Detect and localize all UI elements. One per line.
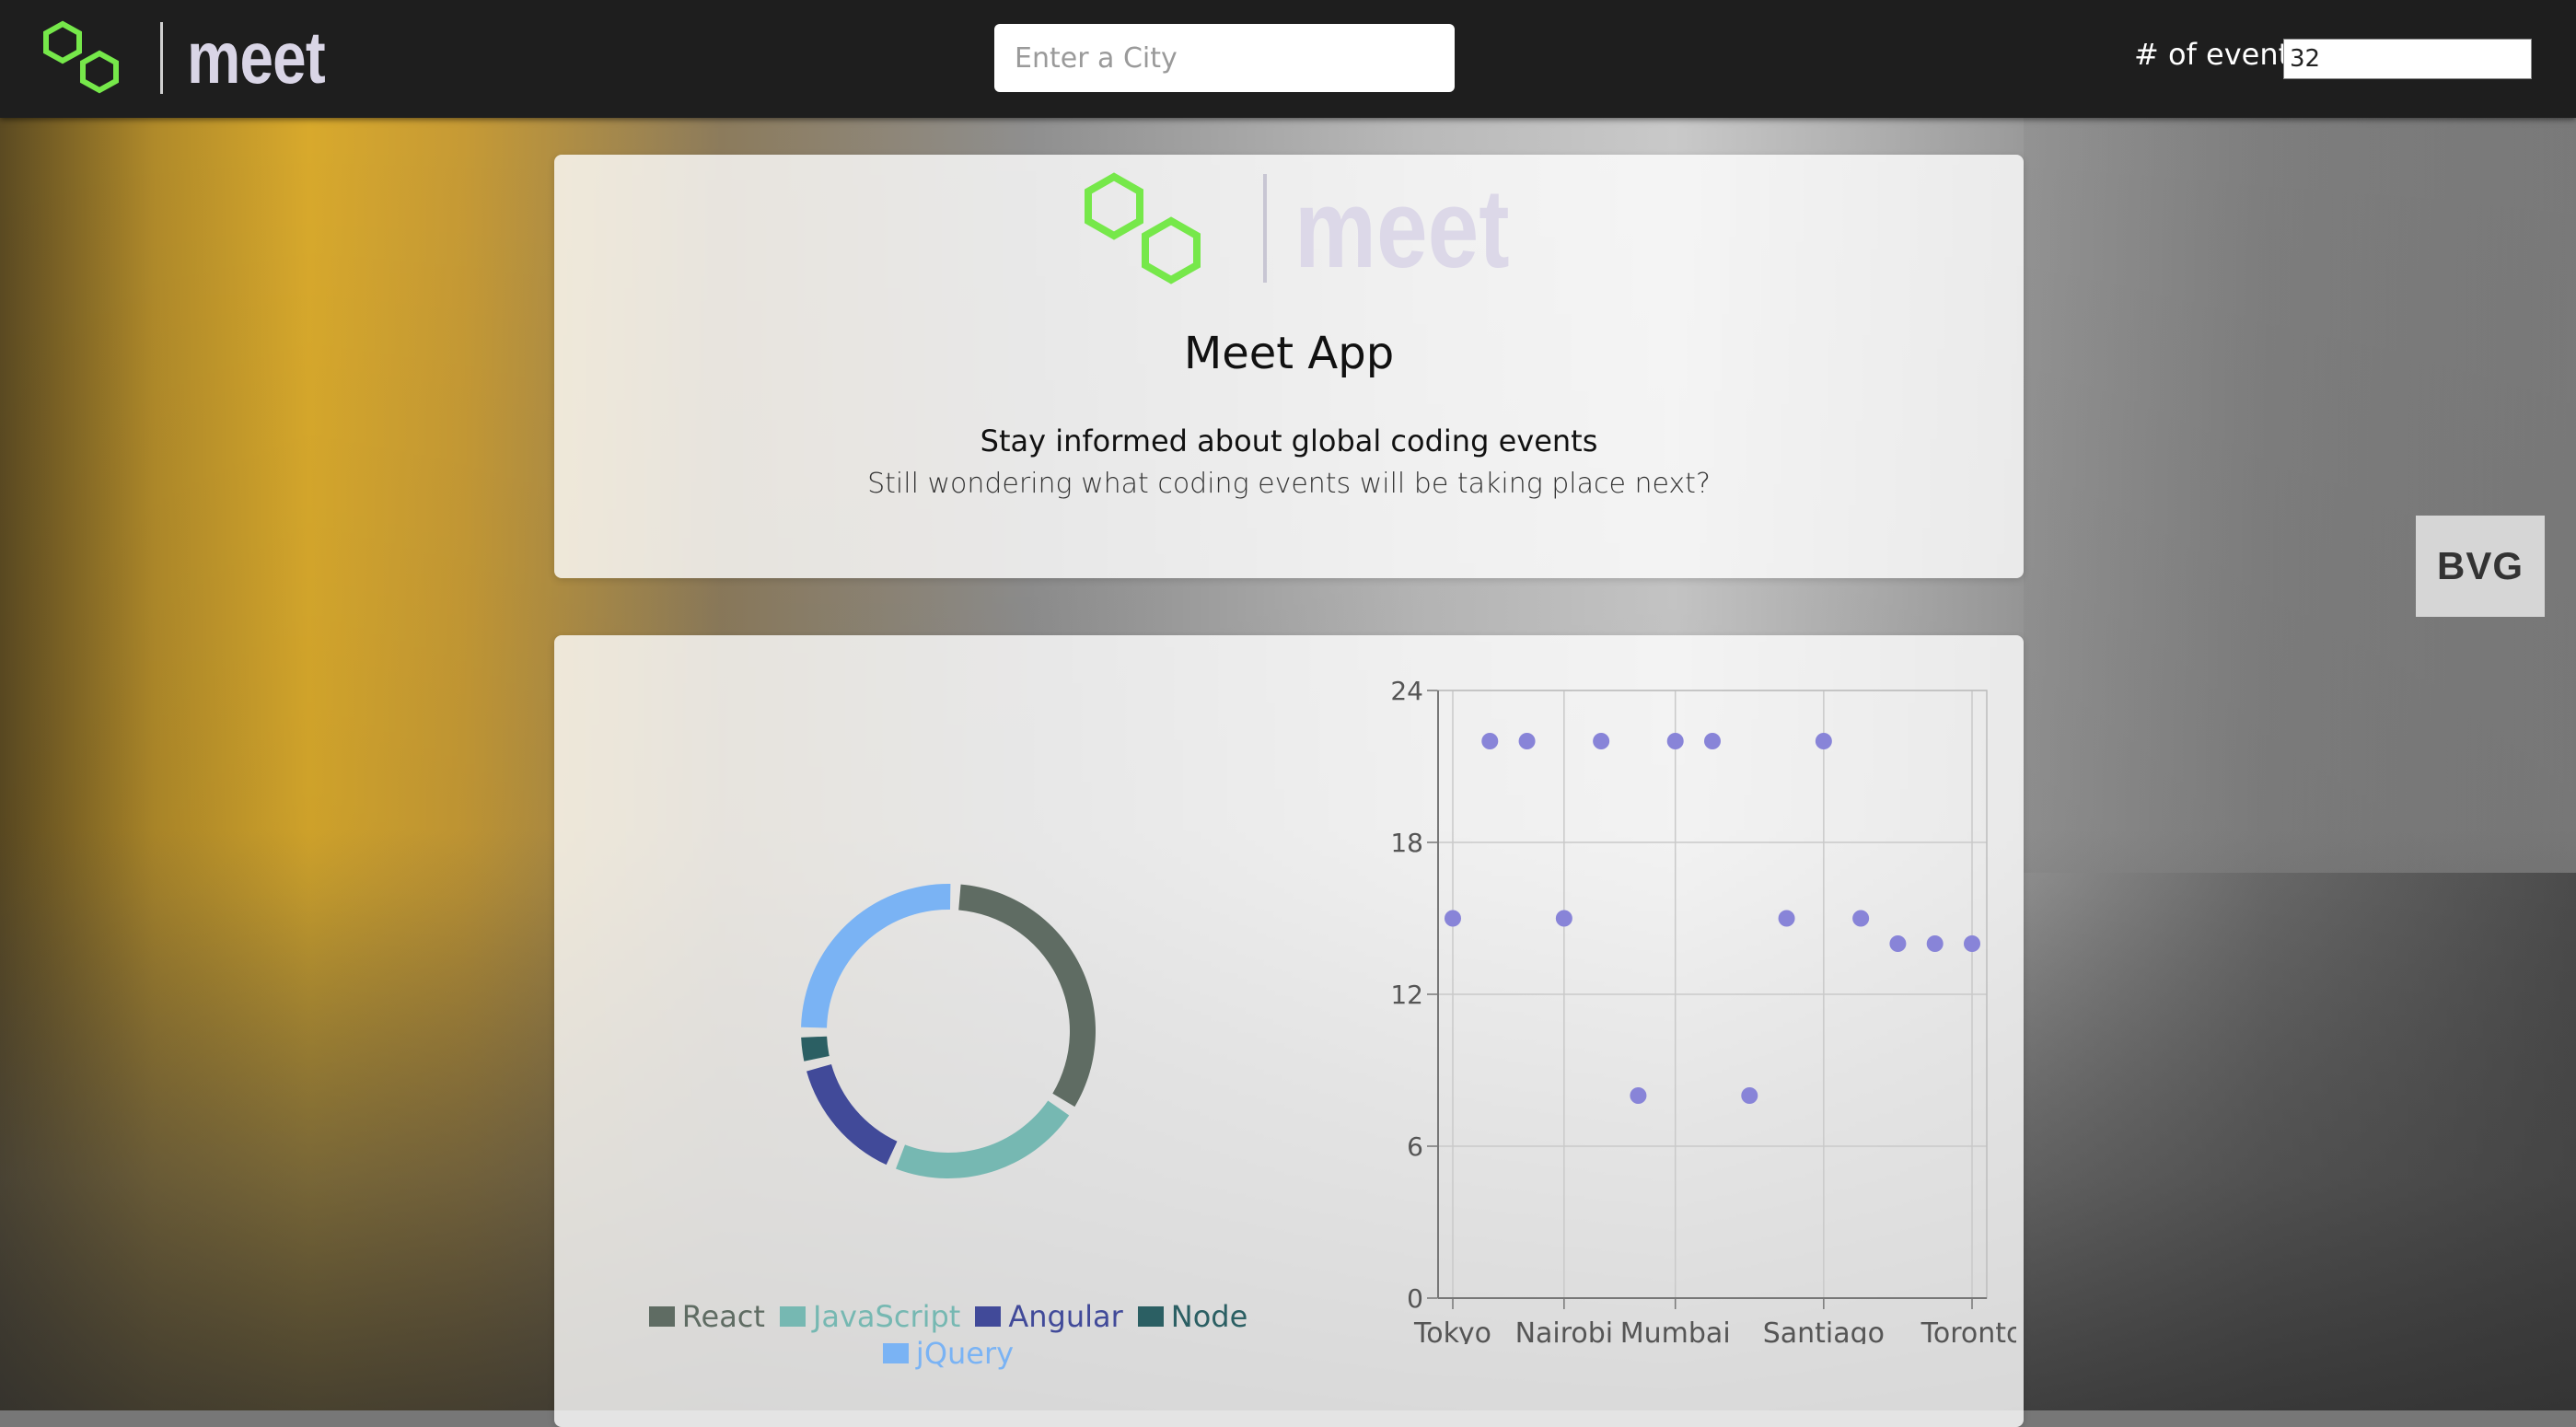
scatter-point[interactable] [1518, 733, 1536, 749]
events-scatter-chart: 0 6 12 18 24 Tokyo Nairobi Mumbai Santiago Toront… [1390, 676, 2016, 1344]
x-tick-label: Toronto [1920, 1317, 2016, 1344]
background-building [2024, 118, 2576, 873]
genre-donut-chart [801, 884, 1096, 1178]
donut-slice-node[interactable] [801, 1036, 830, 1062]
x-tick-label: Mumbai [1620, 1317, 1731, 1344]
legend-swatch [648, 1306, 675, 1327]
legend-item-javascript[interactable]: JavaScript [779, 1298, 961, 1335]
hexagon-logo-icon [1085, 172, 1201, 284]
scatter-point[interactable] [1593, 733, 1610, 749]
scatter-point[interactable] [1889, 935, 1907, 952]
events-count-input[interactable] [2283, 39, 2532, 79]
y-tick-label: 0 [1407, 1283, 1423, 1314]
donut-slice-react[interactable] [958, 884, 1096, 1108]
legend-swatch [882, 1343, 909, 1363]
scatter-point[interactable] [1815, 733, 1832, 749]
hexagon-logo-icon [43, 20, 119, 94]
header-logo[interactable]: meet [42, 20, 355, 96]
header-logo-text: meet [187, 17, 326, 99]
legend-swatch [779, 1306, 806, 1327]
legend-label: Node [1170, 1299, 1248, 1334]
scatter-point[interactable] [1555, 910, 1572, 927]
legend-label: Angular [1008, 1299, 1123, 1334]
x-tick-label: Tokyo [1413, 1317, 1491, 1344]
legend-label: jQuery [915, 1336, 1015, 1371]
tagline: Stay informed about global coding events [980, 423, 1598, 458]
scatter-point[interactable] [1964, 935, 1980, 952]
scatter-point[interactable] [1481, 733, 1499, 749]
legend-item-jquery[interactable]: jQuery [882, 1335, 1015, 1372]
x-tick-label: Santiago [1763, 1317, 1885, 1344]
logo-divider [1263, 174, 1267, 283]
scatter-point[interactable] [1852, 910, 1870, 927]
scatter-point[interactable] [1741, 1087, 1758, 1104]
scatter-point[interactable] [1630, 1087, 1647, 1104]
x-tick-label: Nairobi [1515, 1317, 1614, 1344]
legend-swatch [975, 1306, 1002, 1327]
background-sign: BVG [2416, 516, 2545, 617]
city-search-input[interactable] [994, 24, 1455, 92]
logo-divider [160, 22, 163, 94]
donut-slice-javascript[interactable] [896, 1100, 1070, 1178]
scatter-point[interactable] [1445, 910, 1461, 927]
scatter-point[interactable] [1666, 733, 1684, 749]
intro-logo: meet [1083, 171, 1557, 285]
legend-label: React [681, 1299, 765, 1334]
legend-swatch [1137, 1306, 1164, 1327]
legend-item-node[interactable]: Node [1137, 1298, 1248, 1335]
intro-logo-text: meet [1294, 166, 1510, 291]
legend-item-angular[interactable]: Angular [975, 1298, 1123, 1335]
y-tick-label: 24 [1390, 676, 1423, 706]
page-title: Meet App [1183, 328, 1395, 379]
y-tick-label: 12 [1390, 980, 1423, 1010]
scatter-point[interactable] [1778, 910, 1795, 927]
donut-slice-jquery[interactable] [801, 884, 951, 1028]
events-count-label: # of events [2134, 37, 2305, 72]
y-tick-label: 6 [1407, 1131, 1423, 1162]
scatter-point[interactable] [1926, 935, 1944, 952]
scatter-point[interactable] [1704, 733, 1721, 749]
legend-label: JavaScript [812, 1299, 961, 1334]
donut-legend: React JavaScript Angular Node jQuery [617, 1298, 1280, 1372]
top-bar: meet # of events [0, 0, 2576, 118]
donut-slice-angular[interactable] [806, 1063, 898, 1166]
legend-item-react[interactable]: React [648, 1298, 765, 1335]
y-tick-label: 18 [1390, 828, 1423, 858]
subtitle: Still wondering what coding events will … [867, 468, 1711, 500]
